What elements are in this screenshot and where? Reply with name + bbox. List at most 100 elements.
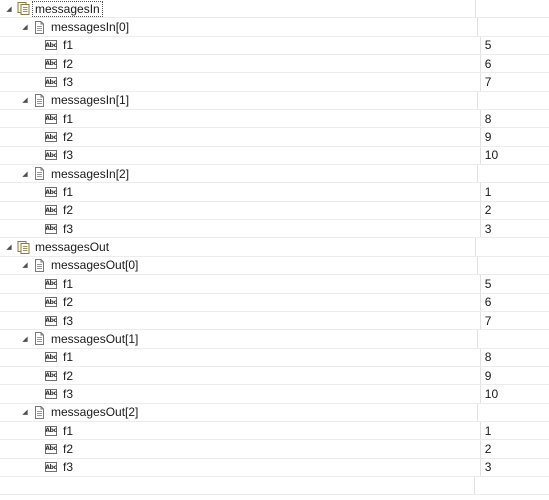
tree-row[interactable]: Abc f1 5 [0, 275, 549, 294]
abc-string-icon: Abc [45, 187, 57, 198]
expanded-triangle-icon[interactable]: ◢ [4, 4, 14, 14]
field-name: f2 [63, 56, 74, 71]
tree-row[interactable]: ◢ messagesOut[1] [0, 330, 549, 349]
expanded-triangle-icon[interactable]: ◢ [20, 169, 30, 179]
value-cell: 5 [479, 275, 549, 293]
tree-row[interactable]: ◢ messagesIn[2] [0, 165, 549, 184]
item-label: messagesOut[1] [51, 331, 139, 346]
value-cell: 8 [479, 348, 549, 366]
abc-string-icon: Abc [45, 370, 57, 381]
tree-row[interactable]: ◢ messagesOut[0] [0, 256, 549, 276]
empty-row [0, 476, 549, 496]
name-cell: Abc f1 [0, 349, 480, 366]
name-cell: Abc f2 [0, 128, 480, 145]
tree-row[interactable]: Abc f2 9 [0, 366, 549, 386]
value-cell: 7 [479, 311, 549, 330]
tree-row[interactable]: Abc f3 3 [0, 458, 549, 477]
value-cell [476, 91, 549, 110]
tree-row[interactable]: Abc f2 6 [0, 55, 549, 74]
value-cell [476, 256, 549, 275]
item-label: messagesIn[2] [51, 166, 130, 181]
group-label: messagesOut [35, 240, 110, 255]
abc-string-icon: Abc [45, 425, 57, 436]
tree-row[interactable]: Abc f3 10 [0, 385, 549, 404]
tree-row[interactable]: ◢ messagesIn [0, 0, 549, 19]
name-cell: Abc f3 [0, 459, 480, 476]
field-name: f1 [63, 350, 74, 365]
name-cell: Abc f2 [0, 440, 480, 457]
name-cell: ◢ messagesIn [0, 0, 475, 17]
name-cell: ◢ messagesOut[0] [0, 257, 477, 274]
tree-row[interactable]: Abc f1 5 [0, 36, 549, 56]
value-cell: 6 [479, 55, 549, 73]
value-cell: 9 [479, 366, 549, 385]
expanded-triangle-icon[interactable]: ◢ [4, 242, 14, 252]
value-cell: 10 [479, 146, 549, 165]
tree-row[interactable]: Abc f3 10 [0, 146, 549, 166]
expanded-triangle-icon[interactable]: ◢ [20, 334, 30, 344]
tree-row[interactable]: ◢ messagesOut [0, 238, 549, 257]
variables-tree: ◢ messagesIn ◢ messagesIn[0] Abc f1 5 Abc f2 6 Abc… [0, 0, 549, 500]
tree-row[interactable]: Abc f1 8 [0, 348, 549, 367]
value-cell [476, 18, 549, 36]
value-cell: 3 [479, 220, 549, 238]
tree-row[interactable]: Abc f2 2 [0, 440, 549, 459]
name-cell: Abc f3 [0, 147, 480, 164]
tree-row[interactable]: Abc f2 6 [0, 293, 549, 312]
name-cell: ◢ messagesOut [0, 238, 475, 255]
tree-row[interactable]: Abc f3 7 [0, 73, 549, 92]
abc-string-icon: Abc [45, 223, 57, 234]
field-name: f1 [63, 38, 74, 53]
name-cell: Abc f1 [0, 422, 480, 439]
abc-string-icon: Abc [45, 132, 57, 143]
tree-row[interactable]: Abc f2 2 [0, 201, 549, 221]
abc-string-icon: Abc [45, 58, 57, 69]
tree-row[interactable]: Abc f1 1 [0, 421, 549, 441]
value-cell: 2 [479, 440, 549, 458]
tree-row[interactable]: Abc f3 7 [0, 311, 549, 331]
tree-row[interactable]: Abc f1 1 [0, 183, 549, 202]
item-label: messagesOut[0] [51, 258, 139, 273]
abc-string-icon: Abc [45, 297, 57, 308]
expanded-triangle-icon[interactable]: ◢ [20, 22, 30, 32]
abc-string-icon: Abc [45, 315, 57, 326]
field-name: f1 [63, 423, 74, 438]
name-cell: ◢ messagesOut[2] [0, 404, 477, 421]
abc-string-icon: Abc [45, 443, 57, 454]
expanded-triangle-icon[interactable]: ◢ [20, 407, 30, 417]
value-cell: 1 [479, 421, 549, 440]
tree-row[interactable]: Abc f2 9 [0, 128, 549, 147]
abc-string-icon: Abc [45, 77, 57, 88]
tree-row[interactable]: Abc f1 8 [0, 110, 549, 129]
tree-row[interactable]: Abc f3 3 [0, 220, 549, 239]
tree-row[interactable]: ◢ messagesIn[1] [0, 91, 549, 111]
name-cell: Abc f3 [0, 220, 480, 237]
name-cell: Abc f2 [0, 202, 480, 219]
field-name: f1 [63, 185, 74, 200]
value-cell: 5 [479, 36, 549, 55]
expanded-triangle-icon[interactable]: ◢ [20, 95, 30, 105]
value-cell: 6 [479, 293, 549, 311]
value-cell: 10 [479, 385, 549, 403]
field-name: f2 [63, 368, 74, 383]
expanded-triangle-icon[interactable]: ◢ [20, 260, 30, 270]
field-name: f2 [63, 441, 74, 456]
value-cell [474, 238, 549, 256]
name-cell: Abc f3 [0, 73, 480, 90]
field-name: f1 [63, 276, 74, 291]
name-cell: ◢ messagesIn[0] [0, 18, 477, 35]
name-cell: Abc f3 [0, 312, 480, 329]
name-cell: Abc f2 [0, 367, 480, 384]
name-cell: Abc f1 [0, 37, 480, 54]
abc-string-icon: Abc [45, 205, 57, 216]
abc-string-icon: Abc [45, 462, 57, 473]
group-label: messagesIn [32, 0, 103, 17]
tree-row[interactable]: ◢ messagesIn[0] [0, 18, 549, 37]
tree-row[interactable]: ◢ messagesOut[2] [0, 403, 549, 422]
field-name: f2 [63, 295, 74, 310]
field-name: f3 [63, 313, 74, 328]
value-cell [474, 0, 549, 18]
field-name: f3 [63, 75, 74, 90]
field-name: f2 [63, 203, 74, 218]
item-label: messagesIn[1] [51, 93, 130, 108]
